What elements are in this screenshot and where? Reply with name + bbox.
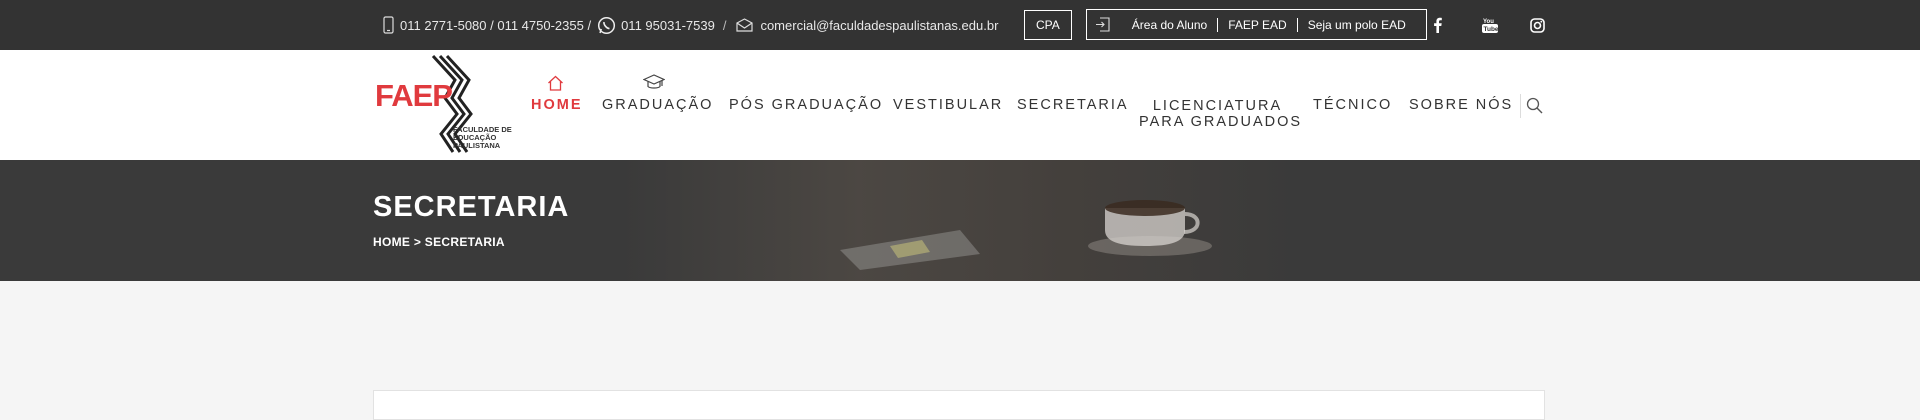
phone-icon xyxy=(383,16,394,34)
cpa-button[interactable]: CPA xyxy=(1024,9,1072,40)
nav-secretaria[interactable]: SECRETARIA xyxy=(1017,97,1129,113)
link-seja-polo-ead[interactable]: Seja um polo EAD xyxy=(1296,17,1416,32)
home-icon xyxy=(547,75,564,96)
instagram-icon[interactable] xyxy=(1527,15,1547,35)
nav-divider xyxy=(1520,94,1521,118)
nav-home[interactable]: HOME xyxy=(531,97,583,113)
link-area-do-aluno[interactable]: Área do Aluno xyxy=(1122,18,1217,32)
nav-graduacao[interactable]: GRADUAÇÃO xyxy=(602,97,713,113)
logo-subtitle: FACULDADE DE EDUCAÇÃO PAULISTANA xyxy=(453,125,512,150)
separator-slash: / xyxy=(722,17,727,33)
youtube-icon[interactable]: You Tube xyxy=(1480,15,1500,35)
content-card xyxy=(373,390,1545,420)
page-title: SECRETARIA xyxy=(373,191,570,223)
nav-licenciatura-line2: PARA GRADUADOS xyxy=(1139,114,1303,130)
top-links: CPA Área do Aluno FAEP EAD Seja um polo … xyxy=(1024,9,1427,40)
nav-tecnico[interactable]: TÉCNICO xyxy=(1313,97,1392,113)
breadcrumb[interactable]: HOME > SECRETARIA xyxy=(373,235,505,249)
facebook-icon[interactable] xyxy=(1427,15,1447,35)
mail-icon xyxy=(736,18,754,32)
whatsapp-number[interactable]: 011 95031-7539 xyxy=(621,18,715,33)
keyboard-image xyxy=(840,230,980,270)
phone-numbers[interactable]: 011 2771-5080 / 011 4750-2355 / xyxy=(400,18,591,33)
portal-links: Área do Aluno FAEP EAD Seja um polo EAD xyxy=(1085,9,1427,40)
contact-info: 011 2771-5080 / 011 4750-2355 / 011 9503… xyxy=(383,0,998,50)
email-link[interactable]: comercial@faculdadespaulistanas.edu.br xyxy=(760,18,998,33)
faep-logo[interactable]: FAEP FACULDADE DE EDUCAÇÃO PAULISTANA xyxy=(375,54,512,154)
logo-text: FAEP xyxy=(375,78,453,113)
nav-sobre-nos[interactable]: SOBRE NÓS xyxy=(1409,97,1513,113)
top-bar: 011 2771-5080 / 011 4750-2355 / 011 9503… xyxy=(0,0,1920,50)
whatsapp-icon xyxy=(597,16,616,35)
nav-vestibular[interactable]: VESTIBULAR xyxy=(893,97,1003,113)
nav-pos-graduacao[interactable]: PÓS GRADUAÇÃO xyxy=(729,97,883,113)
login-icon xyxy=(1095,17,1110,32)
svg-text:Tube: Tube xyxy=(1484,26,1499,33)
nav-licenciatura-line1: LICENCIATURA xyxy=(1152,98,1283,114)
coffee-cup-image xyxy=(1088,200,1212,256)
page-hero: SECRETARIA HOME > SECRETARIA xyxy=(0,160,1920,281)
nav-licenciatura[interactable]: LICENCIATURA PARA GRADUADOS xyxy=(1139,98,1303,130)
graduation-cap-icon xyxy=(642,74,666,97)
link-faep-ead[interactable]: FAEP EAD xyxy=(1217,17,1296,32)
search-icon[interactable] xyxy=(1526,97,1543,119)
